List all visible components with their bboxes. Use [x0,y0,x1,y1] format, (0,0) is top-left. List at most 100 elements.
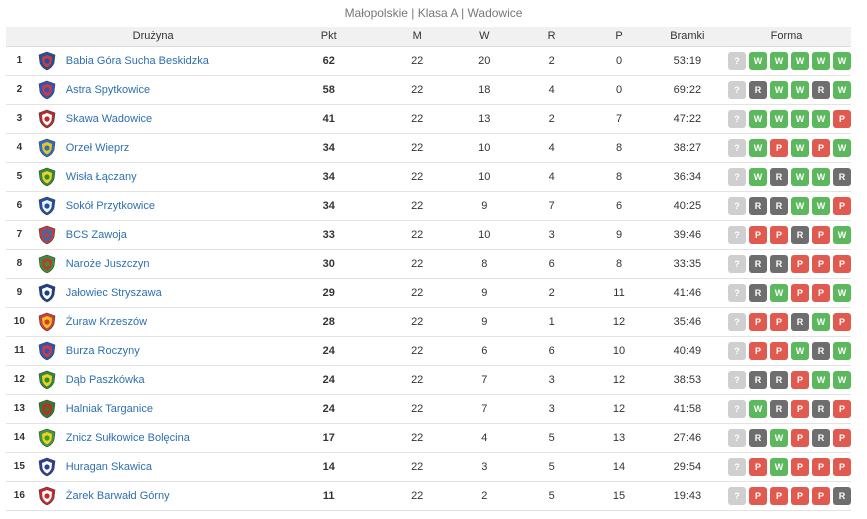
form-badge-upcoming[interactable]: ? [728,225,746,244]
header-wins[interactable]: W [450,27,519,47]
form-badge[interactable]: W [749,138,767,157]
form-badge[interactable]: W [791,109,809,128]
header-draws[interactable]: R [518,27,586,47]
form-badge[interactable]: R [749,254,767,273]
form-badge[interactable]: R [812,80,830,99]
team-name-link[interactable]: Naroże Juszczyn [66,258,150,270]
form-badge-upcoming[interactable]: ? [728,457,746,476]
form-badge[interactable]: P [812,486,830,505]
form-badge[interactable]: R [812,399,830,418]
form-badge-upcoming[interactable]: ? [728,341,746,360]
form-badge[interactable]: P [833,254,851,273]
form-badge-upcoming[interactable]: ? [728,283,746,302]
form-badge[interactable]: P [791,428,809,447]
form-badge[interactable]: W [833,370,851,389]
form-badge[interactable]: P [749,312,767,331]
team-name-link[interactable]: Halniak Targanice [66,403,153,415]
team-name-link[interactable]: Jałowiec Stryszawa [66,287,162,299]
form-badge[interactable]: R [749,283,767,302]
team-name-link[interactable]: Żarek Barwałd Górny [66,490,170,502]
form-badge[interactable]: P [749,457,767,476]
form-badge-upcoming[interactable]: ? [728,167,746,186]
form-badge[interactable]: P [791,283,809,302]
form-badge[interactable]: W [833,225,851,244]
team-name-link[interactable]: Astra Spytkowice [66,84,150,96]
form-badge[interactable]: R [791,225,809,244]
form-badge-upcoming[interactable]: ? [728,138,746,157]
form-badge-upcoming[interactable]: ? [728,196,746,215]
form-badge[interactable]: W [770,283,788,302]
form-badge[interactable]: P [812,138,830,157]
team-name-link[interactable]: Huragan Skawica [66,461,152,473]
form-badge[interactable]: P [833,196,851,215]
form-badge[interactable]: W [791,167,809,186]
form-badge[interactable]: W [791,341,809,360]
form-badge-upcoming[interactable]: ? [728,254,746,273]
form-badge[interactable]: W [833,283,851,302]
form-badge[interactable]: P [812,225,830,244]
form-badge[interactable]: W [770,457,788,476]
form-badge[interactable]: W [749,399,767,418]
team-name-link[interactable]: Burza Roczyny [66,345,140,357]
form-badge[interactable]: P [770,486,788,505]
form-badge[interactable]: R [770,196,788,215]
form-badge[interactable]: P [770,138,788,157]
team-name-link[interactable]: Skawa Wadowice [66,113,152,125]
form-badge[interactable]: W [812,312,830,331]
form-badge[interactable]: W [833,138,851,157]
form-badge[interactable]: W [770,80,788,99]
form-badge[interactable]: W [749,51,767,70]
form-badge[interactable]: W [791,196,809,215]
form-badge[interactable]: R [791,312,809,331]
form-badge[interactable]: W [812,370,830,389]
header-goals[interactable]: Bramki [652,27,722,47]
form-badge[interactable]: P [833,399,851,418]
form-badge[interactable]: R [749,370,767,389]
form-badge[interactable]: W [791,138,809,157]
form-badge[interactable]: P [833,109,851,128]
form-badge-upcoming[interactable]: ? [728,109,746,128]
form-badge[interactable]: R [770,399,788,418]
header-losses[interactable]: P [585,27,653,47]
form-badge[interactable]: P [812,283,830,302]
form-badge[interactable]: P [791,457,809,476]
form-badge[interactable]: P [749,225,767,244]
form-badge[interactable]: R [833,167,851,186]
form-badge[interactable]: P [812,254,830,273]
form-badge[interactable]: W [812,167,830,186]
form-badge[interactable]: W [791,80,809,99]
form-badge[interactable]: R [812,428,830,447]
team-name-link[interactable]: Wisła Łączany [66,171,137,183]
form-badge[interactable]: W [749,109,767,128]
form-badge-upcoming[interactable]: ? [728,486,746,505]
form-badge[interactable]: R [749,80,767,99]
form-badge[interactable]: W [749,167,767,186]
team-name-link[interactable]: Babia Góra Sucha Beskidzka [66,55,209,67]
form-badge[interactable]: R [770,254,788,273]
form-badge[interactable]: R [812,341,830,360]
form-badge[interactable]: R [749,196,767,215]
form-badge[interactable]: W [812,109,830,128]
form-badge[interactable]: P [749,486,767,505]
form-badge[interactable]: W [833,80,851,99]
team-name-link[interactable]: Żuraw Krzeszów [66,316,147,328]
form-badge-upcoming[interactable]: ? [728,312,746,331]
form-badge[interactable]: P [812,457,830,476]
form-badge[interactable]: W [833,341,851,360]
form-badge[interactable]: P [770,341,788,360]
form-badge[interactable]: R [770,370,788,389]
form-badge-upcoming[interactable]: ? [728,428,746,447]
form-badge[interactable]: W [770,51,788,70]
form-badge[interactable]: P [791,399,809,418]
form-badge-upcoming[interactable]: ? [728,399,746,418]
form-badge-upcoming[interactable]: ? [728,80,746,99]
form-badge[interactable]: P [791,370,809,389]
team-name-link[interactable]: Dąb Paszkówka [66,374,145,386]
form-badge[interactable]: W [812,51,830,70]
form-badge[interactable]: W [770,428,788,447]
form-badge[interactable]: R [833,486,851,505]
form-badge[interactable]: P [770,225,788,244]
form-badge-upcoming[interactable]: ? [728,51,746,70]
form-badge[interactable]: P [833,428,851,447]
team-name-link[interactable]: Znicz Sułkowice Bolęcina [66,432,190,444]
